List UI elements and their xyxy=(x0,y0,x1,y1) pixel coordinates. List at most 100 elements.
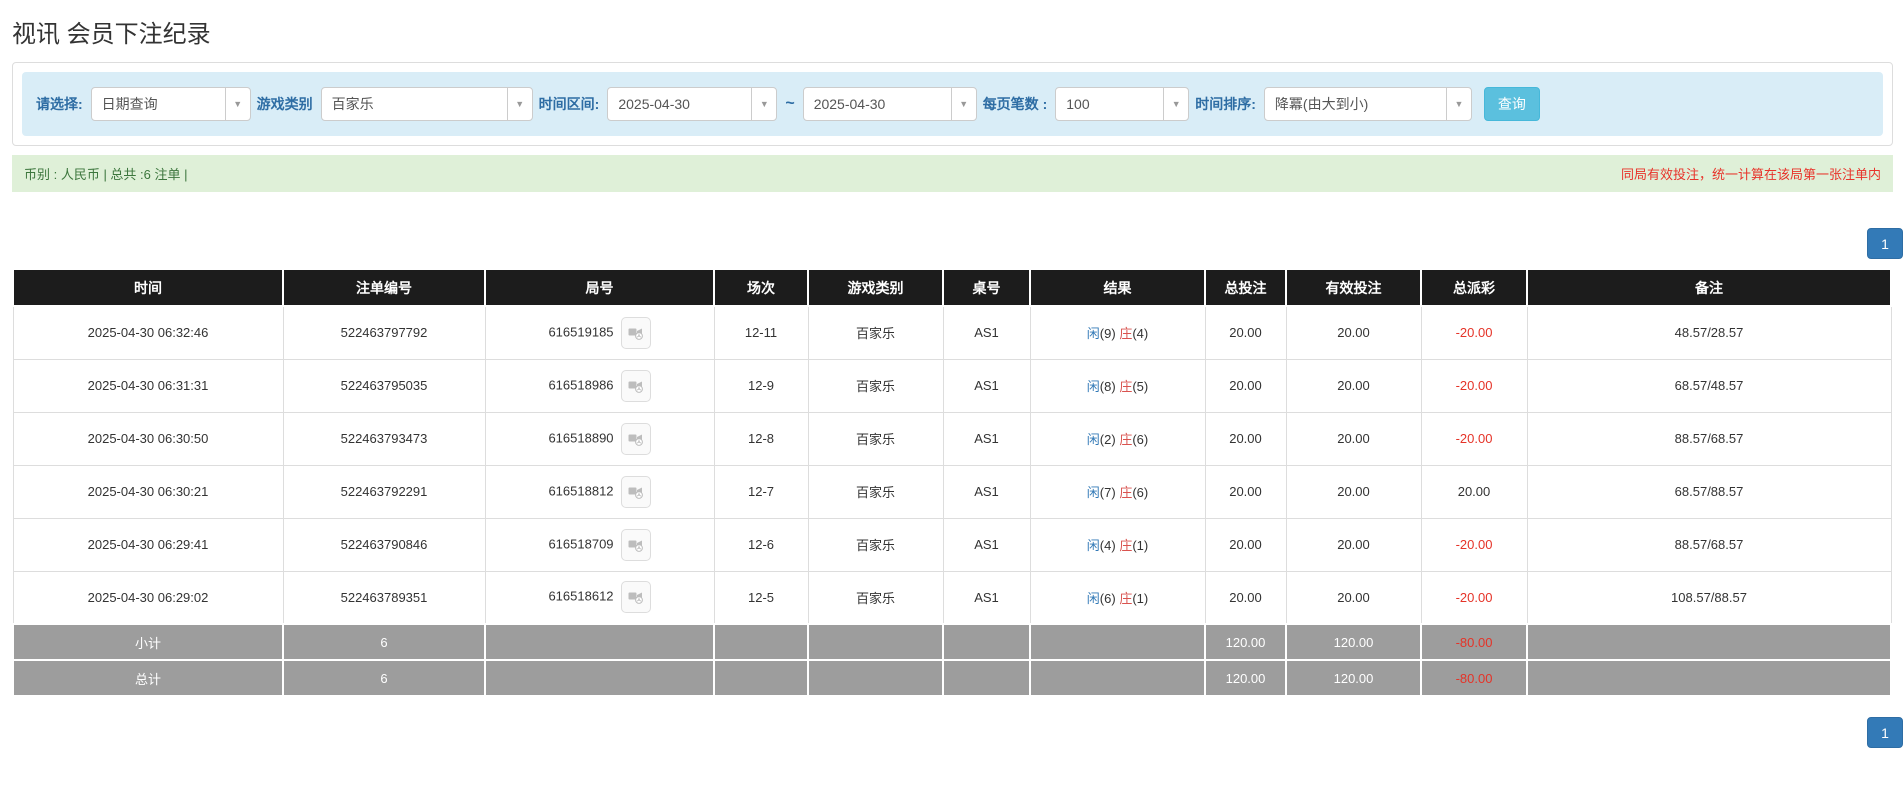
time-sort-label: 时间排序: xyxy=(1195,96,1256,112)
result-player: 闲 xyxy=(1086,590,1100,606)
result-banker: 庄 xyxy=(1119,538,1133,553)
empty-cell xyxy=(807,659,944,697)
remark-cell: 108.57/88.57 xyxy=(1526,570,1892,625)
game-type-cell: 百家乐 xyxy=(807,570,944,625)
video-replay-button[interactable] xyxy=(620,475,651,508)
col-header-round-no: 局号 xyxy=(484,268,715,307)
empty-cell xyxy=(713,659,809,697)
table-row: 2025-04-30 06:32:46 522463797792 6165191… xyxy=(12,305,1892,360)
game-type-select[interactable]: 百家乐 ▼ xyxy=(320,87,533,121)
table-row: 2025-04-30 06:29:41 522463790846 6165187… xyxy=(12,517,1892,572)
col-header-table-no: 桌号 xyxy=(942,268,1031,307)
game-type-cell: 百家乐 xyxy=(807,305,944,360)
game-type-cell: 百家乐 xyxy=(807,464,944,519)
table-no-cell: AS1 xyxy=(942,358,1031,413)
empty-cell xyxy=(807,623,944,661)
chevron-down-icon: ▼ xyxy=(950,88,976,120)
summary-bar: 币别 : 人民币 | 总共 :6 注单 | 同局有效投注，统一计算在该局第一张注… xyxy=(12,155,1893,192)
round-no-cell: 616518812 xyxy=(484,464,715,519)
payout-cell: -20.00 xyxy=(1420,358,1528,413)
search-button[interactable]: 查询 xyxy=(1483,87,1540,121)
video-replay-button[interactable] xyxy=(620,581,651,614)
remark-cell: 88.57/68.57 xyxy=(1526,411,1892,466)
col-header-time: 时间 xyxy=(12,268,284,307)
payout-cell: 20.00 xyxy=(1420,464,1528,519)
time-cell: 2025-04-30 06:31:31 xyxy=(12,358,284,413)
result-banker: 庄 xyxy=(1119,326,1133,342)
total-bet-cell[interactable]: 20.00 xyxy=(1204,570,1287,625)
video-replay-button[interactable] xyxy=(620,422,651,455)
page-size-select[interactable]: 100 ▼ xyxy=(1055,87,1190,121)
round-no-cell: 616519185 xyxy=(484,305,715,360)
payout-cell: -20.00 xyxy=(1420,411,1528,466)
remark-cell: 48.57/28.57 xyxy=(1526,305,1892,360)
table-row: 2025-04-30 06:31:31 522463795035 6165189… xyxy=(12,358,1892,413)
result-banker: 庄 xyxy=(1119,590,1133,606)
empty-cell xyxy=(713,623,809,661)
time-sort-select[interactable]: 降冪(由大到小) ▼ xyxy=(1263,87,1472,121)
video-replay-button[interactable] xyxy=(620,369,651,402)
empty-cell xyxy=(1029,659,1206,697)
total-bet-cell[interactable]: 20.00 xyxy=(1204,305,1287,360)
time-cell: 2025-04-30 06:29:02 xyxy=(12,570,284,625)
video-replay-button[interactable] xyxy=(620,528,651,561)
result-banker: 庄 xyxy=(1119,485,1133,500)
date-to-select[interactable]: 2025-04-30 ▼ xyxy=(802,87,977,121)
remark-cell: 68.57/88.57 xyxy=(1526,464,1892,519)
subtotal-valid-bet: 120.00 xyxy=(1285,623,1422,661)
col-header-remark: 备注 xyxy=(1526,268,1892,307)
bet-no-cell: 522463793473 xyxy=(282,411,486,466)
game-type-cell: 百家乐 xyxy=(807,358,944,413)
valid-bet-cell: 20.00 xyxy=(1285,570,1422,625)
currency-total-text: 币别 : 人民币 | 总共 :6 注单 | xyxy=(24,167,188,182)
table-no-cell: AS1 xyxy=(942,411,1031,466)
valid-bet-cell: 20.00 xyxy=(1285,517,1422,572)
empty-cell xyxy=(1526,623,1892,661)
time-cell: 2025-04-30 06:30:21 xyxy=(12,464,284,519)
total-row: 总计 6 120.00 120.00 -80.00 xyxy=(12,659,1892,697)
result-player: 闲 xyxy=(1086,538,1100,553)
page-1-button[interactable]: 1 xyxy=(1867,228,1903,259)
round-no-cell: 616518986 xyxy=(484,358,715,413)
table-row: 2025-04-30 06:30:50 522463793473 6165188… xyxy=(12,411,1892,466)
session-cell: 12-11 xyxy=(713,305,809,360)
time-cell: 2025-04-30 06:30:50 xyxy=(12,411,284,466)
round-no-cell: 616518709 xyxy=(484,517,715,572)
filter-panel: 请选择: 日期查询 ▼ 游戏类别 百家乐 ▼ 时间区间: 2025-04-30 … xyxy=(12,62,1893,146)
video-replay-button[interactable] xyxy=(620,316,651,349)
page-1-button[interactable]: 1 xyxy=(1867,717,1903,748)
subtotal-row: 小计 6 120.00 120.00 -80.00 xyxy=(12,623,1892,661)
result-cell: 闲(9) 庄(4) xyxy=(1029,305,1206,360)
total-bet-cell[interactable]: 20.00 xyxy=(1204,464,1287,519)
pagination-top: 1 xyxy=(12,228,1903,259)
query-type-select[interactable]: 日期查询 ▼ xyxy=(90,87,251,121)
page-title: 视讯 会员下注纪录 xyxy=(12,21,211,48)
col-header-total-bet: 总投注 xyxy=(1204,268,1287,307)
total-bet-cell[interactable]: 20.00 xyxy=(1204,411,1287,466)
empty-cell xyxy=(1029,623,1206,661)
subtotal-count: 6 xyxy=(282,623,486,661)
total-bet-cell[interactable]: 20.00 xyxy=(1204,358,1287,413)
bet-no-cell: 522463792291 xyxy=(282,464,486,519)
remark-cell: 88.57/68.57 xyxy=(1526,517,1892,572)
total-count: 6 xyxy=(282,659,486,697)
bet-no-cell: 522463797792 xyxy=(282,305,486,360)
bet-records-table: 时间 注单编号 局号 场次 游戏类别 桌号 结果 总投注 有效投注 总派彩 备注… xyxy=(12,268,1892,697)
total-total-bet: 120.00 xyxy=(1204,659,1287,697)
valid-bet-cell: 20.00 xyxy=(1285,464,1422,519)
valid-bet-notice-text: 同局有效投注，统一计算在该局第一张注单内 xyxy=(1620,167,1881,182)
game-type-label: 游戏类别 xyxy=(256,96,313,112)
filter-bar: 请选择: 日期查询 ▼ 游戏类别 百家乐 ▼ 时间区间: 2025-04-30 … xyxy=(22,72,1883,136)
total-bet-cell[interactable]: 20.00 xyxy=(1204,517,1287,572)
subtotal-payout: -80.00 xyxy=(1420,623,1528,661)
total-valid-bet: 120.00 xyxy=(1285,659,1422,697)
date-from-select[interactable]: 2025-04-30 ▼ xyxy=(607,87,778,121)
result-cell: 闲(2) 庄(6) xyxy=(1029,411,1206,466)
session-cell: 12-6 xyxy=(713,517,809,572)
payout-cell: -20.00 xyxy=(1420,570,1528,625)
time-cell: 2025-04-30 06:29:41 xyxy=(12,517,284,572)
result-player: 闲 xyxy=(1086,326,1100,342)
empty-cell xyxy=(942,659,1031,697)
chevron-down-icon: ▼ xyxy=(224,88,250,120)
result-player: 闲 xyxy=(1086,379,1100,394)
